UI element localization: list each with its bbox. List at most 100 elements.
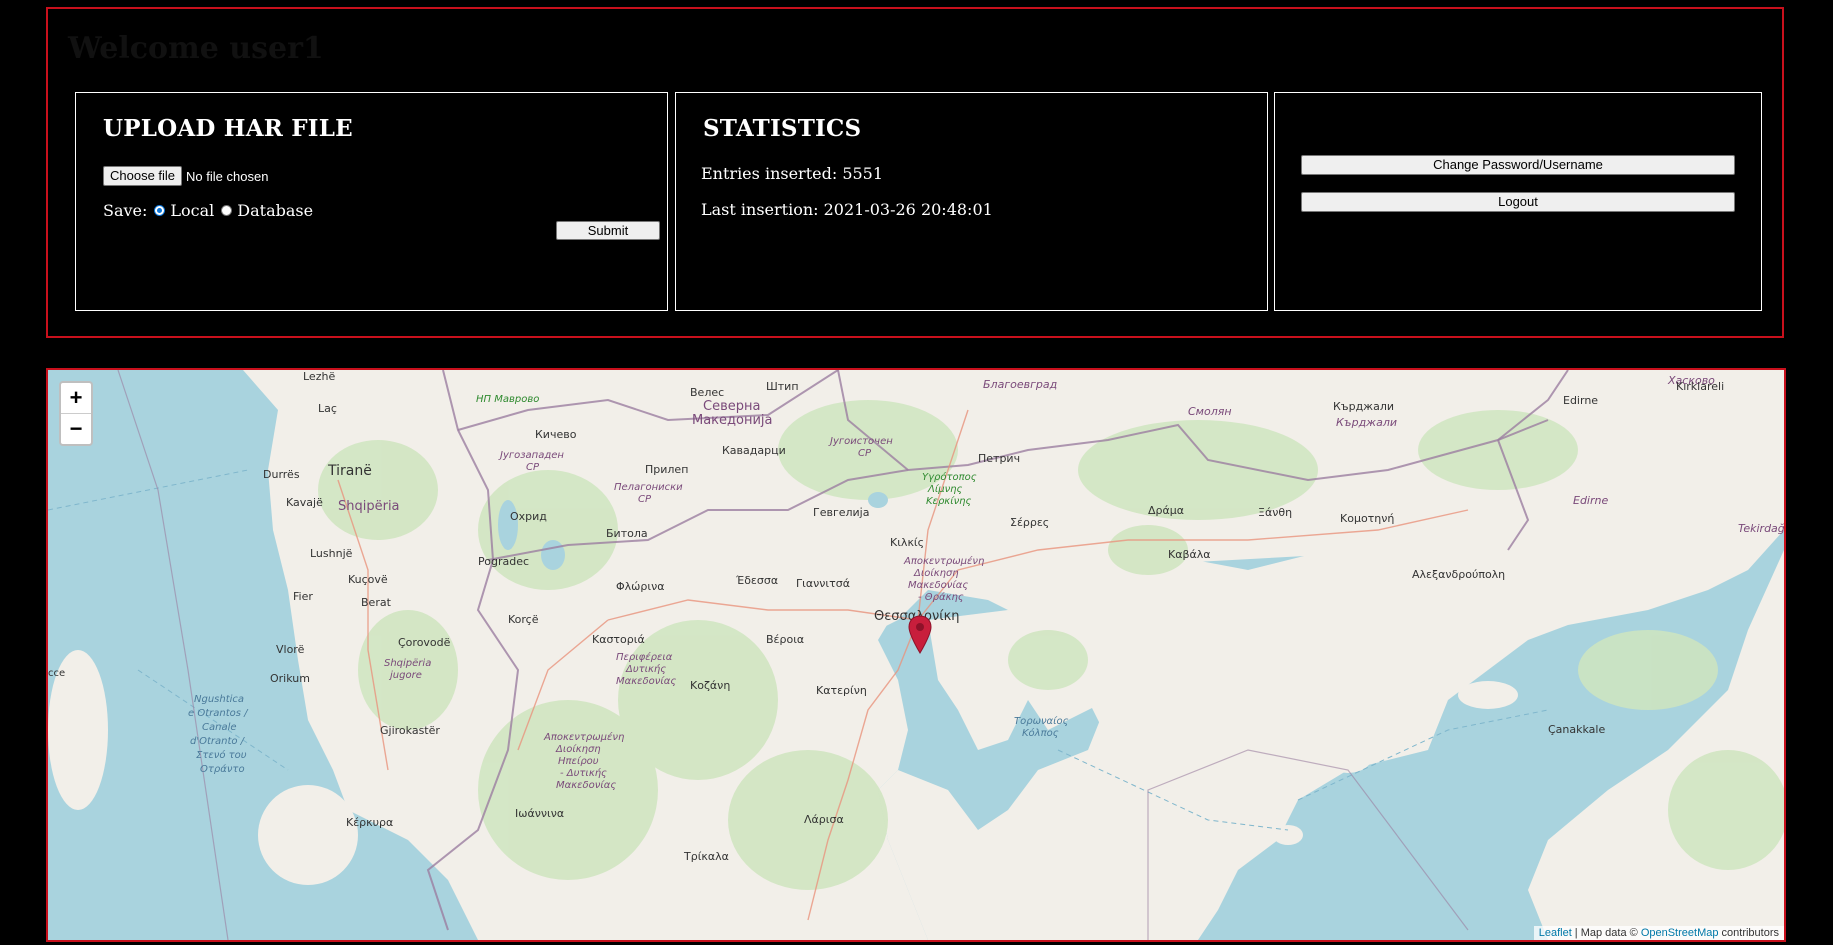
map-label: Kırklareli (1676, 380, 1724, 393)
zoom-control: + − (59, 381, 93, 446)
map-label: Κοζάνη (690, 679, 730, 692)
map-label: Κέρκυρα (346, 816, 393, 829)
map-label: Τρίκαλα (683, 850, 729, 863)
map-label: Μακεδονίας (908, 579, 968, 591)
map-label: Македонија (692, 413, 773, 428)
map-label: СР (526, 462, 540, 473)
map-label: Περιφέρεια (616, 651, 673, 663)
map-label: Στενό του (196, 749, 247, 761)
map-label: Διοίκηση (555, 743, 601, 755)
map-label: Καβάλα (1168, 548, 1211, 561)
welcome-heading: Welcome user1 (68, 31, 324, 66)
map-label: d'Otranto / (190, 736, 246, 747)
map-label: Φλώρινα (616, 580, 664, 593)
map-label: Κερκίνης (926, 495, 972, 507)
map-label: Кърджали (1333, 400, 1394, 413)
map-label: Δράμα (1148, 504, 1184, 517)
map-label: Çanakkale (1548, 723, 1605, 736)
local-radio-label[interactable]: Local (170, 201, 214, 220)
submit-button[interactable]: Submit (556, 221, 660, 240)
map-label: jugore (388, 670, 422, 681)
map-label: Canale (202, 722, 237, 733)
map-label: Штип (766, 380, 799, 393)
map-label: Λάρισα (804, 813, 844, 826)
map-label: Κιλκίς (890, 536, 924, 549)
map-label: Σέρρες (1010, 516, 1049, 529)
zoom-out-button[interactable]: − (61, 414, 91, 444)
map-label: Fier (293, 590, 313, 603)
map-label: Orikum (270, 672, 310, 685)
file-status: No file chosen (186, 168, 269, 184)
map-label: Shqipëria (338, 499, 400, 514)
upload-panel: UPLOAD HAR FILE Choose file No file chos… (75, 92, 668, 311)
map-label: Μακεδονίας (616, 675, 676, 687)
last-insertion: Last insertion: 2021-03-26 20:48:01 (701, 200, 993, 219)
map-label: Lushnjë (310, 547, 353, 560)
map-label: Berat (361, 596, 392, 609)
database-radio-label[interactable]: Database (237, 201, 313, 220)
map-label: Ngushtica (194, 694, 244, 705)
choose-file-button[interactable]: Choose file (103, 166, 183, 186)
file-input[interactable]: Choose file No file chosen (103, 166, 268, 186)
database-radio[interactable] (221, 205, 233, 216)
map-label: Југоисточен (828, 436, 893, 447)
map-label: Петрич (978, 452, 1020, 465)
osm-link[interactable]: OpenStreetMap (1641, 927, 1719, 939)
map-label: Διοίκηση (913, 567, 959, 579)
map-label: Ηπείρου (558, 755, 599, 767)
attribution-suffix: contributors (1718, 927, 1779, 939)
map-label: Έδεσσα (735, 574, 778, 587)
map-label: Ιωάννινα (515, 807, 564, 820)
map-label: Οτράντο (200, 763, 245, 775)
map-label: Κομοτηνή (1340, 512, 1394, 525)
map-label: Γιαννιτσά (796, 577, 850, 590)
map-label: Αλεξανδρούπολη (1412, 568, 1505, 581)
map-label: СР (638, 494, 652, 505)
location-marker-icon[interactable] (908, 615, 932, 655)
map-label: Κόλπος (1022, 727, 1059, 739)
map-label: Lezhë (303, 370, 335, 383)
map-attribution: Leaflet | Map data © OpenStreetMap contr… (1533, 926, 1784, 940)
map-label: - Δυτικής (560, 767, 607, 779)
map-label: НП Маврово (476, 394, 539, 405)
change-password-button[interactable]: Change Password/Username (1301, 155, 1735, 175)
map-label: Битола (606, 527, 648, 540)
local-radio[interactable] (154, 205, 166, 216)
map-label: Благоевград (983, 378, 1057, 391)
map-label: Βέροια (766, 633, 804, 646)
map-label: Kavajë (286, 496, 323, 509)
map-label: Κατερίνη (816, 684, 867, 697)
map-container[interactable]: Lezhë Laç Tiranë Durrës Kavajë Shqipëria… (46, 368, 1786, 942)
map-tiles[interactable]: Lezhë Laç Tiranë Durrës Kavajë Shqipëria… (48, 370, 1784, 940)
save-label: Save: (103, 201, 148, 220)
map-label: Смолян (1188, 405, 1232, 418)
map-label: Велес (690, 386, 724, 399)
map-label: Durrës (263, 468, 300, 481)
statistics-panel: STATISTICS Entries inserted: 5551 Last i… (675, 92, 1268, 311)
map-label: Edirne (1573, 494, 1608, 507)
header-section: Welcome user1 UPLOAD HAR FILE Choose fil… (46, 7, 1784, 338)
map-label: Кавадарци (722, 444, 786, 457)
zoom-in-button[interactable]: + (61, 383, 91, 414)
map-label: Пелагониски (614, 482, 683, 493)
map-label: cce (48, 668, 65, 679)
save-option-group: Save: Local Database (103, 201, 313, 220)
entries-inserted: Entries inserted: 5551 (701, 164, 884, 183)
map-label: Αποκεντρωμένη (903, 555, 984, 567)
attribution-text: | Map data © (1571, 927, 1641, 939)
map-label: Vlorë (276, 643, 305, 656)
map-label: Tekirdağ (1738, 522, 1784, 535)
map-label: Охрид (510, 510, 547, 523)
leaflet-link[interactable]: Leaflet (1539, 927, 1572, 939)
map-label: СР (858, 448, 872, 459)
map-label: Korçë (508, 613, 539, 626)
map-label: Μακεδονίας (556, 779, 616, 791)
map-label: Edirne (1563, 394, 1598, 407)
map-label: Laç (318, 402, 337, 415)
map-label: Çorovodë (398, 636, 451, 649)
map-label: Υγρότοπος (922, 471, 977, 483)
map-label: Shqipëria (384, 658, 431, 669)
map-label: Гевгелија (813, 506, 869, 519)
account-panel: Change Password/Username Logout (1274, 92, 1762, 311)
logout-button[interactable]: Logout (1301, 192, 1735, 212)
